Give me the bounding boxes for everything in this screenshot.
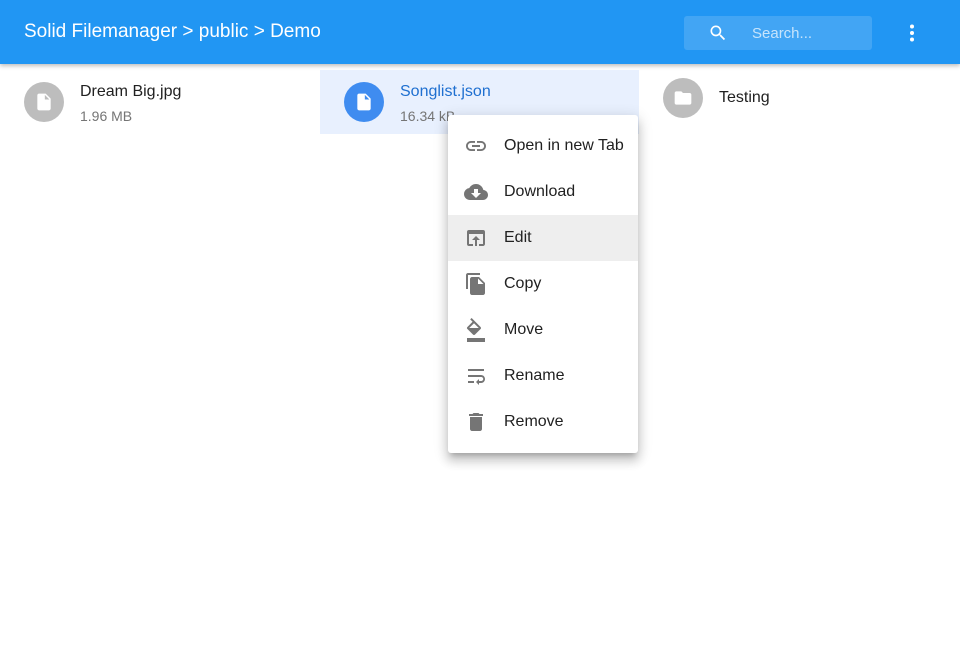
search-input[interactable] [752,16,864,50]
menu-item-label: Copy [504,275,542,292]
delete-icon [469,413,483,431]
link-icon [466,141,486,151]
open-in-browser-icon [467,230,485,246]
folder-name: Testing [719,89,770,106]
file-name: Dream Big.jpg [80,83,182,100]
menu-item-rename[interactable]: Rename [448,353,638,399]
app-bar: Solid Filemanager > public > Demo [0,0,960,64]
search-box[interactable] [684,16,872,50]
menu-item-copy[interactable]: Copy [448,261,638,307]
menu-item-edit[interactable]: Edit [448,215,638,261]
menu-item-label: Rename [504,367,565,384]
menu-item-move[interactable]: Move [448,307,638,353]
search-icon[interactable] [708,23,728,43]
more-vert-icon[interactable] [896,17,928,49]
menu-item-label: Move [504,321,544,338]
wrap-text-icon [468,369,485,385]
copy-icon [466,273,485,295]
menu-item-label: Edit [504,229,532,246]
file-name: Songlist.json [400,83,491,100]
context-menu: Open in new Tab Download Edit Copy Move … [448,115,638,453]
menu-item-remove[interactable]: Remove [448,399,638,445]
menu-item-open-in-new-tab[interactable]: Open in new Tab [448,123,638,169]
file-size: 1.96 MB [80,108,133,124]
menu-item-label: Remove [504,413,564,430]
file-item-testing[interactable]: Testing [639,70,960,134]
menu-item-download[interactable]: Download [448,169,638,215]
file-size: 16.34 kB [400,108,456,124]
folder-icon [663,78,703,118]
file-item-dream-big[interactable]: Dream Big.jpg 1.96 MB [0,70,320,134]
cloud-download-icon [464,184,488,200]
menu-item-label: Open in new Tab [504,137,624,154]
menu-item-label: Download [504,183,576,200]
file-icon [344,82,384,122]
breadcrumb-title[interactable]: Solid Filemanager > public > Demo [24,20,321,44]
move-icon [466,318,485,342]
file-icon [24,82,64,122]
